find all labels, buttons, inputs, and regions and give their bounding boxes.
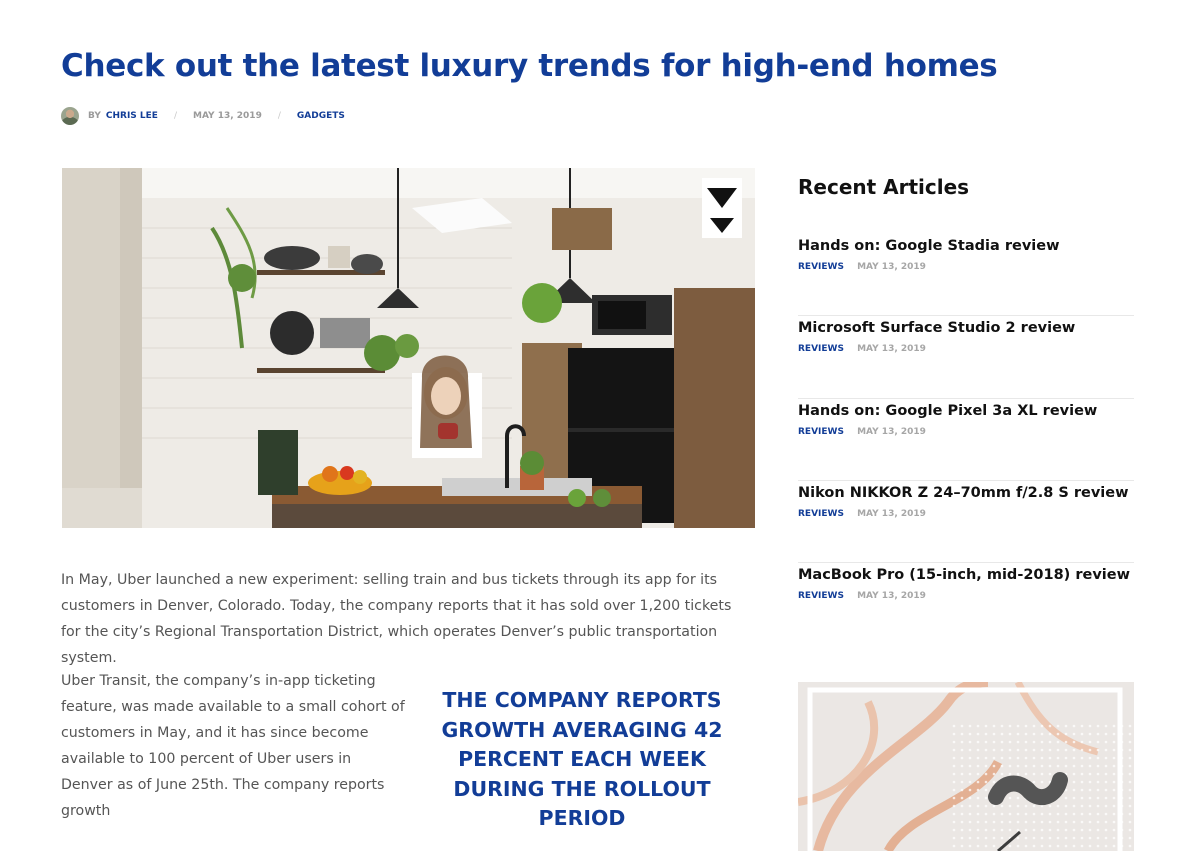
recent-article-category[interactable]: REVIEWS xyxy=(798,591,844,601)
recent-article-meta: REVIEWS MAY 13, 2019 xyxy=(798,262,1134,272)
article-meta: BY CHRIS LEE / MAY 13, 2019 / GADGETS xyxy=(61,106,345,126)
article-title: Check out the latest luxury trends for h… xyxy=(61,48,998,84)
recent-article-date: MAY 13, 2019 xyxy=(857,508,926,519)
article-paragraph: In May, Uber launched a new experiment: … xyxy=(61,572,732,666)
pull-quote: THE COMPANY REPORTS GROWTH AVERAGING 42 … xyxy=(441,688,723,830)
category-link[interactable]: GADGETS xyxy=(297,111,345,121)
recent-article-link[interactable]: Hands on: Google Pixel 3a XL review xyxy=(798,401,1134,421)
recent-article-item: MacBook Pro (15-inch, mid-2018) review R… xyxy=(798,563,1134,645)
meta-separator: / xyxy=(173,111,177,121)
recent-article-date: MAY 13, 2019 xyxy=(857,591,926,602)
article-date: MAY 13, 2019 xyxy=(193,111,262,121)
recent-article-item: Nikon NIKKOR Z 24–70mm f/2.8 S review RE… xyxy=(798,481,1134,564)
recent-article-link[interactable]: MacBook Pro (15-inch, mid-2018) review xyxy=(798,565,1134,585)
meta-separator: / xyxy=(277,111,281,121)
recent-article-item: Hands on: Google Stadia review REVIEWS M… xyxy=(798,234,1134,317)
by-label: BY xyxy=(88,111,101,121)
article-paragraph: Uber Transit, the company’s in-app ticke… xyxy=(61,673,405,819)
recent-article-link[interactable]: Nikon NIKKOR Z 24–70mm f/2.8 S review xyxy=(798,483,1134,503)
recent-article-category[interactable]: REVIEWS xyxy=(798,509,844,519)
recent-article-date: MAY 13, 2019 xyxy=(857,262,926,272)
recent-article-item: Microsoft Surface Studio 2 review REVIEW… xyxy=(798,316,1134,399)
recent-article-date: MAY 13, 2019 xyxy=(857,344,926,355)
recent-article-category[interactable]: REVIEWS xyxy=(798,262,844,272)
recent-article-link[interactable]: Hands on: Google Stadia review xyxy=(798,236,1134,256)
sidebar-ad-image[interactable] xyxy=(798,682,1134,851)
recent-article-meta: REVIEWS MAY 13, 2019 xyxy=(798,427,1134,437)
hero-image xyxy=(62,168,755,528)
recent-article-category[interactable]: REVIEWS xyxy=(798,427,844,437)
recent-articles-list: Hands on: Google Stadia review REVIEWS M… xyxy=(798,234,1134,645)
recent-article-category[interactable]: REVIEWS xyxy=(798,344,844,354)
recent-article-item: Hands on: Google Pixel 3a XL review REVI… xyxy=(798,399,1134,481)
recent-article-meta: REVIEWS MAY 13, 2019 xyxy=(798,591,1134,601)
recent-article-meta: REVIEWS MAY 13, 2019 xyxy=(798,509,1134,519)
recent-article-meta: REVIEWS MAY 13, 2019 xyxy=(798,344,1134,354)
recent-article-date: MAY 13, 2019 xyxy=(857,426,926,437)
author-avatar[interactable] xyxy=(61,107,79,125)
author-link[interactable]: CHRIS LEE xyxy=(106,111,158,121)
recent-article-link[interactable]: Microsoft Surface Studio 2 review xyxy=(798,318,1134,338)
recent-articles-heading: Recent Articles xyxy=(798,175,970,199)
